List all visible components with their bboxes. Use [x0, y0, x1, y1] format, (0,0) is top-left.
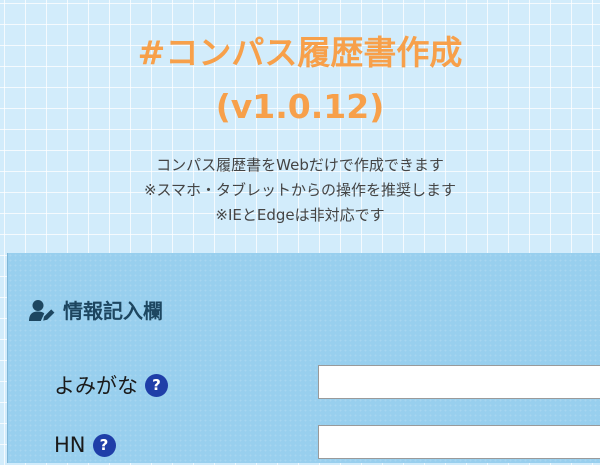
hn-label-group: HN ? — [54, 430, 116, 460]
page-version: (v1.0.12) — [215, 87, 385, 126]
hn-label: HN — [54, 433, 86, 457]
hn-row: HN ? — [8, 425, 600, 465]
user-edit-icon — [29, 300, 55, 321]
yomigana-label-group: よみがな ? — [54, 370, 168, 400]
description-line: コンパス履歴書をWebだけで作成できます — [156, 156, 444, 174]
yomigana-row: よみがな ? — [8, 365, 600, 405]
yomigana-input[interactable] — [318, 365, 600, 399]
description-line: ※スマホ・タブレットからの操作を推奨します — [143, 181, 457, 199]
section-title: 情報記入欄 — [63, 299, 163, 323]
info-form-panel: 情報記入欄 よみがな ? HN ? — [7, 253, 600, 463]
help-icon[interactable]: ? — [145, 373, 168, 397]
hn-input[interactable] — [318, 425, 600, 459]
section-header: 情報記入欄 — [29, 297, 163, 325]
help-icon[interactable]: ? — [92, 433, 116, 457]
yomigana-label: よみがな — [54, 374, 138, 398]
page-title: #コンパス履歴書作成 — [137, 33, 463, 72]
description-line: ※IEとEdgeは非対応です — [215, 206, 385, 224]
